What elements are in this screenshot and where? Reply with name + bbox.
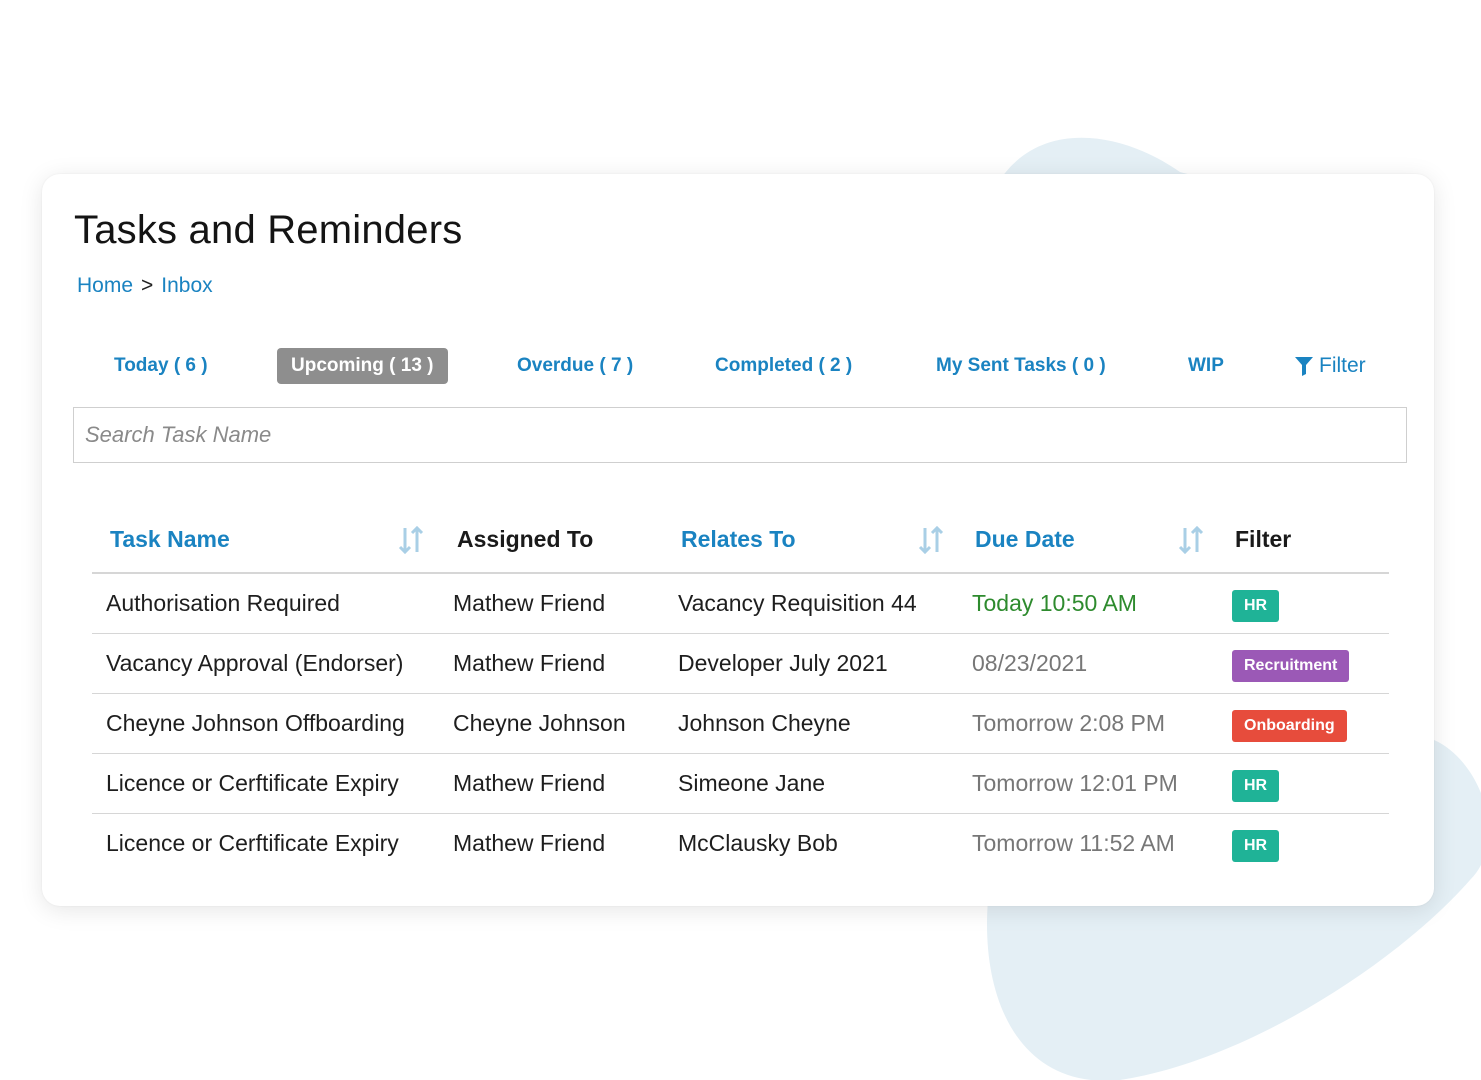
- due-date-cell: Tomorrow 12:01 PM: [972, 770, 1178, 796]
- header-assigned-to: Assigned To: [457, 526, 594, 552]
- filter-button-label: Filter: [1319, 354, 1366, 377]
- header-due-date[interactable]: Due Date: [975, 526, 1075, 553]
- task-name-cell[interactable]: Authorisation Required: [106, 590, 340, 617]
- table-row[interactable]: Authorisation Required Mathew Friend Vac…: [92, 574, 1389, 634]
- relates-to-cell: Simeone Jane: [678, 770, 826, 796]
- header-relates-to[interactable]: Relates To: [681, 526, 796, 553]
- tasks-panel: Tasks and Reminders Home > Inbox Today (…: [42, 174, 1434, 906]
- header-task-name[interactable]: Task Name: [110, 526, 230, 553]
- tag-badge: HR: [1232, 830, 1280, 862]
- assigned-to-cell: Cheyne Johnson: [453, 710, 626, 736]
- tab-today[interactable]: Today ( 6 ): [114, 348, 208, 384]
- table-row[interactable]: Licence or Cerftificate Expiry Mathew Fr…: [92, 754, 1389, 814]
- tab-wip[interactable]: WIP: [1188, 348, 1224, 384]
- task-name-cell[interactable]: Vacancy Approval (Endorser): [106, 650, 403, 677]
- page-title: Tasks and Reminders: [74, 208, 463, 252]
- search-task-input[interactable]: [73, 407, 1407, 463]
- tab-upcoming[interactable]: Upcoming ( 13 ): [277, 348, 448, 384]
- header-filter: Filter: [1235, 526, 1292, 552]
- breadcrumb-separator: >: [141, 274, 154, 297]
- sort-icon[interactable]: [398, 526, 424, 554]
- breadcrumb-home-link[interactable]: Home: [77, 274, 133, 298]
- task-tabs: Today ( 6 ) Upcoming ( 13 ) Overdue ( 7 …: [42, 348, 1434, 386]
- tab-my-sent-tasks[interactable]: My Sent Tasks ( 0 ): [936, 348, 1106, 384]
- due-date-cell: 08/23/2021: [972, 650, 1088, 676]
- tab-overdue[interactable]: Overdue ( 7 ): [517, 348, 633, 384]
- stage: Tasks and Reminders Home > Inbox Today (…: [0, 0, 1481, 1080]
- tag-badge: HR: [1232, 590, 1280, 622]
- funnel-icon: [1295, 356, 1313, 376]
- breadcrumb-inbox-link[interactable]: Inbox: [161, 274, 212, 298]
- due-date-cell: Tomorrow 11:52 AM: [972, 830, 1175, 856]
- sort-icon[interactable]: [1178, 526, 1204, 554]
- task-name-cell[interactable]: Licence or Cerftificate Expiry: [106, 770, 399, 797]
- relates-to-cell: Developer July 2021: [678, 650, 888, 676]
- due-date-cell: Today 10:50 AM: [972, 590, 1137, 616]
- task-name-cell[interactable]: Licence or Cerftificate Expiry: [106, 830, 399, 857]
- breadcrumb: Home > Inbox: [77, 274, 213, 298]
- tab-completed[interactable]: Completed ( 2 ): [715, 348, 852, 384]
- assigned-to-cell: Mathew Friend: [453, 830, 606, 856]
- relates-to-cell: Johnson Cheyne: [678, 710, 851, 736]
- assigned-to-cell: Mathew Friend: [453, 590, 606, 616]
- due-date-cell: Tomorrow 2:08 PM: [972, 710, 1166, 736]
- table-header: Task Name Assigned To Relates To Due Dat…: [92, 514, 1389, 574]
- relates-to-cell: Vacancy Requisition 44: [678, 590, 917, 616]
- table-row[interactable]: Licence or Cerftificate Expiry Mathew Fr…: [92, 814, 1389, 874]
- assigned-to-cell: Mathew Friend: [453, 650, 606, 676]
- sort-icon[interactable]: [918, 526, 944, 554]
- tag-badge: Onboarding: [1232, 710, 1347, 742]
- table-row[interactable]: Vacancy Approval (Endorser) Mathew Frien…: [92, 634, 1389, 694]
- filter-button[interactable]: Filter: [1295, 348, 1366, 384]
- tag-badge: HR: [1232, 770, 1280, 802]
- task-name-cell[interactable]: Cheyne Johnson Offboarding: [106, 710, 405, 737]
- relates-to-cell: McClausky Bob: [678, 830, 838, 856]
- tag-badge: Recruitment: [1232, 650, 1350, 682]
- table-row[interactable]: Cheyne Johnson Offboarding Cheyne Johnso…: [92, 694, 1389, 754]
- tasks-table: Task Name Assigned To Relates To Due Dat…: [92, 514, 1389, 874]
- assigned-to-cell: Mathew Friend: [453, 770, 606, 796]
